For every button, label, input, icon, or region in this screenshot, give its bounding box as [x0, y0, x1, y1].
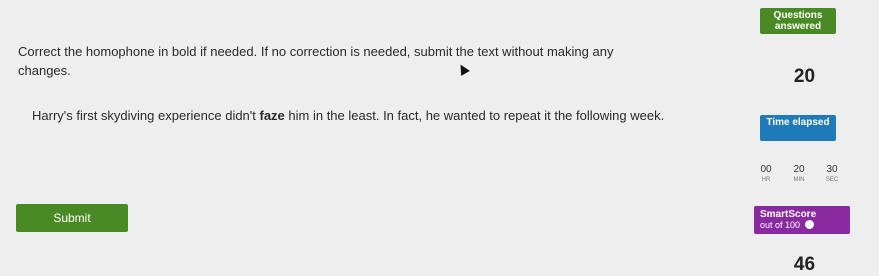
smartscore-value: 46 — [793, 254, 816, 275]
smartscore-label: SmartScore out of 100 — [754, 206, 850, 234]
timer-minutes-unit: MIN — [793, 177, 805, 183]
timer-hours-value: 00 — [760, 164, 772, 175]
questions-answered-label: Questions answered — [760, 8, 836, 34]
timer-minutes: 20 MIN — [787, 164, 811, 190]
timer-seconds: 30 SEC — [820, 164, 844, 190]
question-panel: Correct the homophone in bold if needed.… — [0, 0, 730, 276]
time-elapsed-label: Time elapsed — [760, 115, 836, 141]
score-sidebar: Questions answered 20 Time elapsed 00 HR… — [730, 0, 879, 276]
question-sentence: Harry's first skydiving experience didn'… — [32, 96, 672, 136]
timer: 00 HR 20 MIN 30 SEC — [754, 164, 844, 190]
timer-seconds-unit: SEC — [825, 177, 839, 183]
timer-minutes-value: 20 — [793, 164, 805, 175]
sentence-after: him in the least. In fact, he wanted to … — [284, 108, 665, 123]
timer-hours: 00 HR — [754, 164, 778, 190]
smartscore-sub-text: out of 100 — [760, 220, 801, 230]
sentence-before: Harry's first skydiving experience didn'… — [32, 108, 260, 123]
smartscore-subtitle: out of 100 — [760, 220, 850, 231]
info-icon[interactable] — [805, 220, 815, 229]
bold-homophone[interactable]: faze — [260, 108, 285, 123]
instructions: Correct the homophone in bold if needed.… — [18, 44, 614, 78]
timer-seconds-value: 30 — [826, 164, 838, 175]
questions-answered-value: 20 — [793, 66, 816, 87]
submit-button[interactable]: Submit — [16, 204, 128, 232]
smartscore-title: SmartScore — [760, 209, 817, 220]
timer-hours-unit: HR — [761, 177, 771, 183]
